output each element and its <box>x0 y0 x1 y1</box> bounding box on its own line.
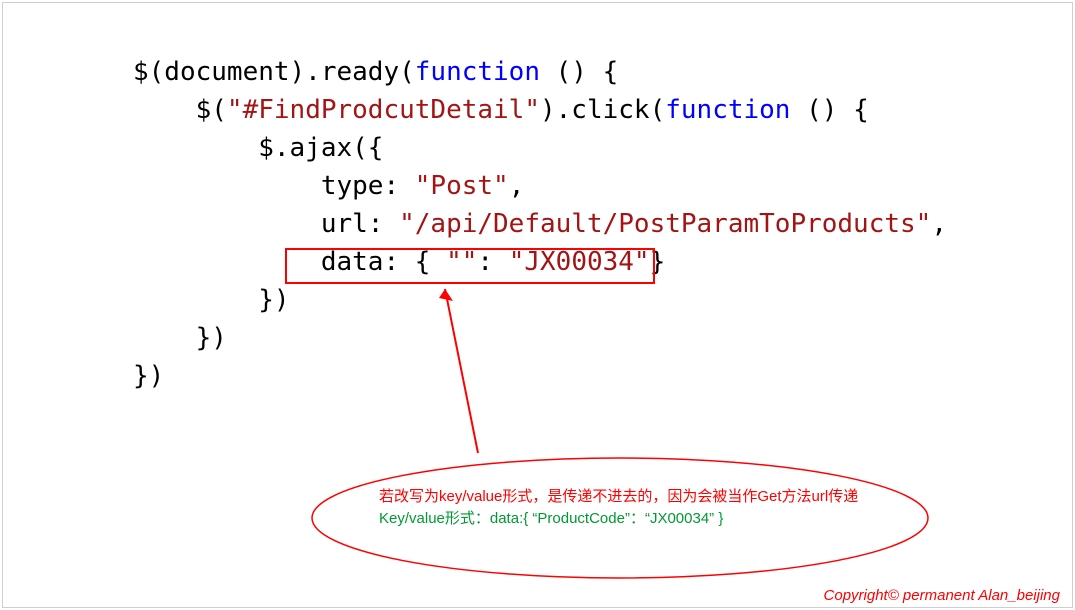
code-text: } <box>650 247 666 277</box>
code-text: () { <box>540 57 618 87</box>
string: "" <box>446 247 477 277</box>
note-green-text: Key/value形式：data:{ “ProductCode”：“JX0003… <box>379 508 899 530</box>
annotation-note: 若改写为key/value形式，是传递不进去的，因为会被当作Get方法url传递… <box>379 486 899 530</box>
code-text: data: { <box>133 247 446 277</box>
string: "#FindProdcutDetail" <box>227 95 540 125</box>
keyword: function <box>415 57 540 87</box>
code-text: }) <box>133 323 227 353</box>
code-text: , <box>509 171 525 201</box>
document-frame: $(document).ready(function () { $("#Find… <box>2 2 1073 608</box>
code-text: }) <box>133 285 290 315</box>
code-text: ).click( <box>540 95 665 125</box>
code-block: $(document).ready(function () { $("#Find… <box>133 53 947 395</box>
string: "JX00034" <box>509 247 650 277</box>
code-text: $.ajax({ <box>133 133 383 163</box>
copyright-text: Copyright© permanent Alan_beijing <box>824 587 1060 604</box>
code-text: , <box>931 209 947 239</box>
code-text: $( <box>133 95 227 125</box>
string: "/api/Default/PostParamToProducts" <box>399 209 931 239</box>
code-text: $(document).ready( <box>133 57 415 87</box>
note-red-text: 若改写为key/value形式，是传递不进去的，因为会被当作Get方法url传递 <box>379 486 899 508</box>
code-text: type: <box>133 171 415 201</box>
code-text: () { <box>790 95 868 125</box>
string: "Post" <box>415 171 509 201</box>
keyword: function <box>665 95 790 125</box>
code-text: }) <box>133 361 164 391</box>
code-text: url: <box>133 209 399 239</box>
code-text: : <box>477 247 508 277</box>
